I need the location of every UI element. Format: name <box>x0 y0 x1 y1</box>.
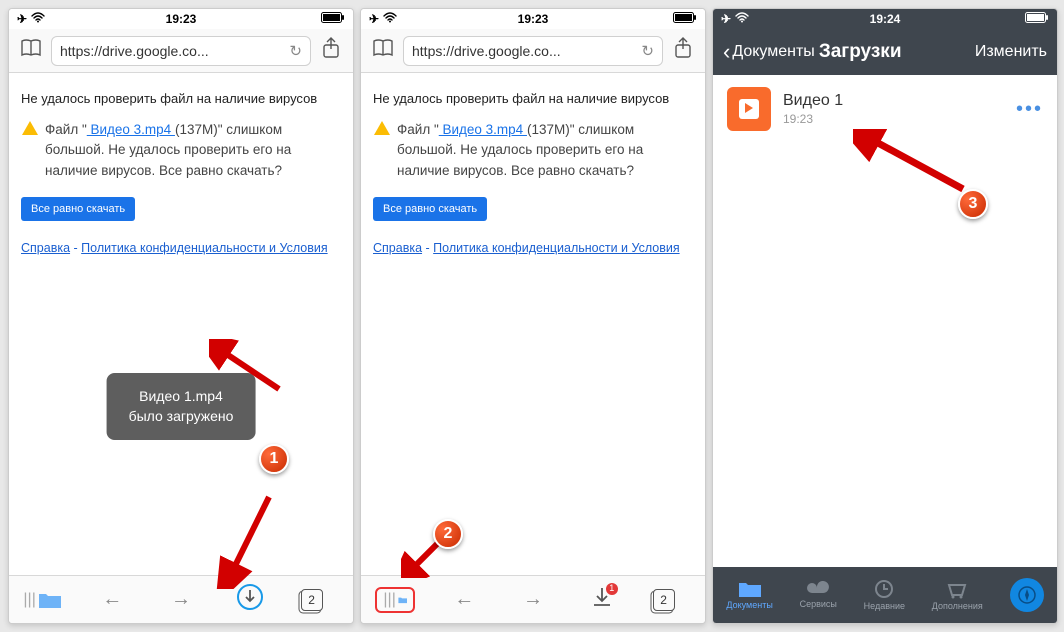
airplane-icon: ✈ <box>721 12 731 26</box>
airplane-icon: ✈ <box>17 12 27 26</box>
wifi-icon <box>31 12 45 26</box>
docs-header: ‹ Документы Загрузки Изменить <box>713 29 1057 75</box>
file-link[interactable]: Видео 3.mp4 <box>439 122 527 137</box>
forward-button[interactable]: → <box>513 588 553 611</box>
policy-link[interactable]: Политика конфиденциальности и Условия <box>81 241 327 255</box>
folder-button[interactable]: ||| <box>23 591 63 609</box>
airplane-icon: ✈ <box>369 12 379 26</box>
file-link[interactable]: Видео 3.mp4 <box>87 122 175 137</box>
battery-icon <box>1025 12 1049 26</box>
battery-icon <box>673 12 697 26</box>
status-time: 19:23 <box>166 12 197 26</box>
page-content: Не удалось проверить файл на наличие вир… <box>9 73 353 575</box>
toast-line2: было загружено <box>129 407 234 427</box>
footer-links: Справка - Политика конфиденциальности и … <box>373 241 693 255</box>
status-time: 19:24 <box>870 12 901 26</box>
url-field[interactable]: https://drive.google.co... ↻ <box>51 36 311 66</box>
more-options-icon[interactable]: ••• <box>1016 98 1043 121</box>
status-bar: ✈ 19:23 <box>9 9 353 29</box>
tabs-button[interactable]: 2 <box>299 589 339 611</box>
warning-icon <box>373 120 391 181</box>
nav-documents[interactable]: Документы <box>726 580 772 610</box>
download-complete-toast: Видео 1.mp4 было загружено <box>107 373 256 440</box>
folder-title: Загрузки <box>819 41 902 63</box>
file-name: Видео 1 <box>783 92 1004 110</box>
downloads-button[interactable]: 1 <box>582 585 622 615</box>
file-list: Видео 1 19:23 ••• <box>713 75 1057 567</box>
warning-body: Файл " Видео 3.mp4 (137M)" слишком больш… <box>397 120 693 181</box>
share-icon[interactable] <box>319 37 343 65</box>
download-badge: 1 <box>606 583 618 595</box>
phone-screenshot-2: ✈ 19:23 https://drive.google.co... ↻ Не … <box>360 8 706 624</box>
folder-button-highlighted[interactable]: ||| <box>375 587 415 613</box>
status-time: 19:23 <box>518 12 549 26</box>
url-text: https://drive.google.co... <box>412 43 561 59</box>
nav-addons[interactable]: Дополнения <box>932 579 983 611</box>
nav-compass[interactable] <box>1010 578 1044 612</box>
bottom-toolbar: ||| ← → 1 2 <box>361 575 705 623</box>
edit-button[interactable]: Изменить <box>975 43 1047 61</box>
nav-services[interactable]: Сервисы <box>800 581 837 609</box>
toast-line1: Видео 1.mp4 <box>129 387 234 407</box>
status-bar: ✈ 19:23 <box>361 9 705 29</box>
footer-links: Справка - Политика конфиденциальности и … <box>21 241 341 255</box>
book-icon[interactable] <box>371 38 395 64</box>
tabs-count: 2 <box>653 589 675 611</box>
download-anyway-button[interactable]: Все равно скачать <box>373 197 487 221</box>
wifi-icon <box>383 12 397 26</box>
virus-check-heading: Не удалось проверить файл на наличие вир… <box>373 91 693 106</box>
help-link[interactable]: Справка <box>373 241 422 255</box>
nav-recent[interactable]: Недавние <box>864 579 905 611</box>
bottom-nav: Документы Сервисы Недавние Дополнения <box>713 567 1057 623</box>
back-button[interactable]: ← <box>92 588 132 611</box>
policy-link[interactable]: Политика конфиденциальности и Условия <box>433 241 679 255</box>
tabs-count: 2 <box>301 589 323 611</box>
help-link[interactable]: Справка <box>21 241 70 255</box>
back-label: Документы <box>732 43 814 61</box>
warning-body: Файл " Видео 3.mp4 (137M)" слишком больш… <box>45 120 341 181</box>
virus-check-heading: Не удалось проверить файл на наличие вир… <box>21 91 341 106</box>
bottom-toolbar: ||| ← → 2 <box>9 575 353 623</box>
back-button[interactable]: ← <box>444 588 484 611</box>
compass-icon <box>1010 578 1044 612</box>
url-text: https://drive.google.co... <box>60 43 209 59</box>
phone-screenshot-1: ✈ 19:23 https://drive.google.co... ↻ Не … <box>8 8 354 624</box>
page-content: Не удалось проверить файл на наличие вир… <box>361 73 705 575</box>
browser-address-bar: https://drive.google.co... ↻ <box>361 29 705 73</box>
downloads-button[interactable] <box>230 583 270 617</box>
forward-button[interactable]: → <box>161 588 201 611</box>
battery-icon <box>321 12 345 26</box>
refresh-icon[interactable]: ↻ <box>289 42 302 60</box>
url-field[interactable]: https://drive.google.co... ↻ <box>403 36 663 66</box>
warning-icon <box>21 120 39 181</box>
wifi-icon <box>735 12 749 26</box>
download-anyway-button[interactable]: Все равно скачать <box>21 197 135 221</box>
share-icon[interactable] <box>671 37 695 65</box>
file-time: 19:23 <box>783 112 1004 126</box>
refresh-icon[interactable]: ↻ <box>641 42 654 60</box>
video-file-icon <box>727 87 771 131</box>
book-icon[interactable] <box>19 38 43 64</box>
phone-screenshot-3: ✈ 19:24 ‹ Документы Загрузки Изменить Ви… <box>712 8 1058 624</box>
chevron-left-icon: ‹ <box>723 39 730 65</box>
back-to-documents[interactable]: ‹ Документы <box>723 39 815 65</box>
browser-address-bar: https://drive.google.co... ↻ <box>9 29 353 73</box>
file-row[interactable]: Видео 1 19:23 ••• <box>713 75 1057 143</box>
tabs-button[interactable]: 2 <box>651 589 691 611</box>
status-bar: ✈ 19:24 <box>713 9 1057 29</box>
